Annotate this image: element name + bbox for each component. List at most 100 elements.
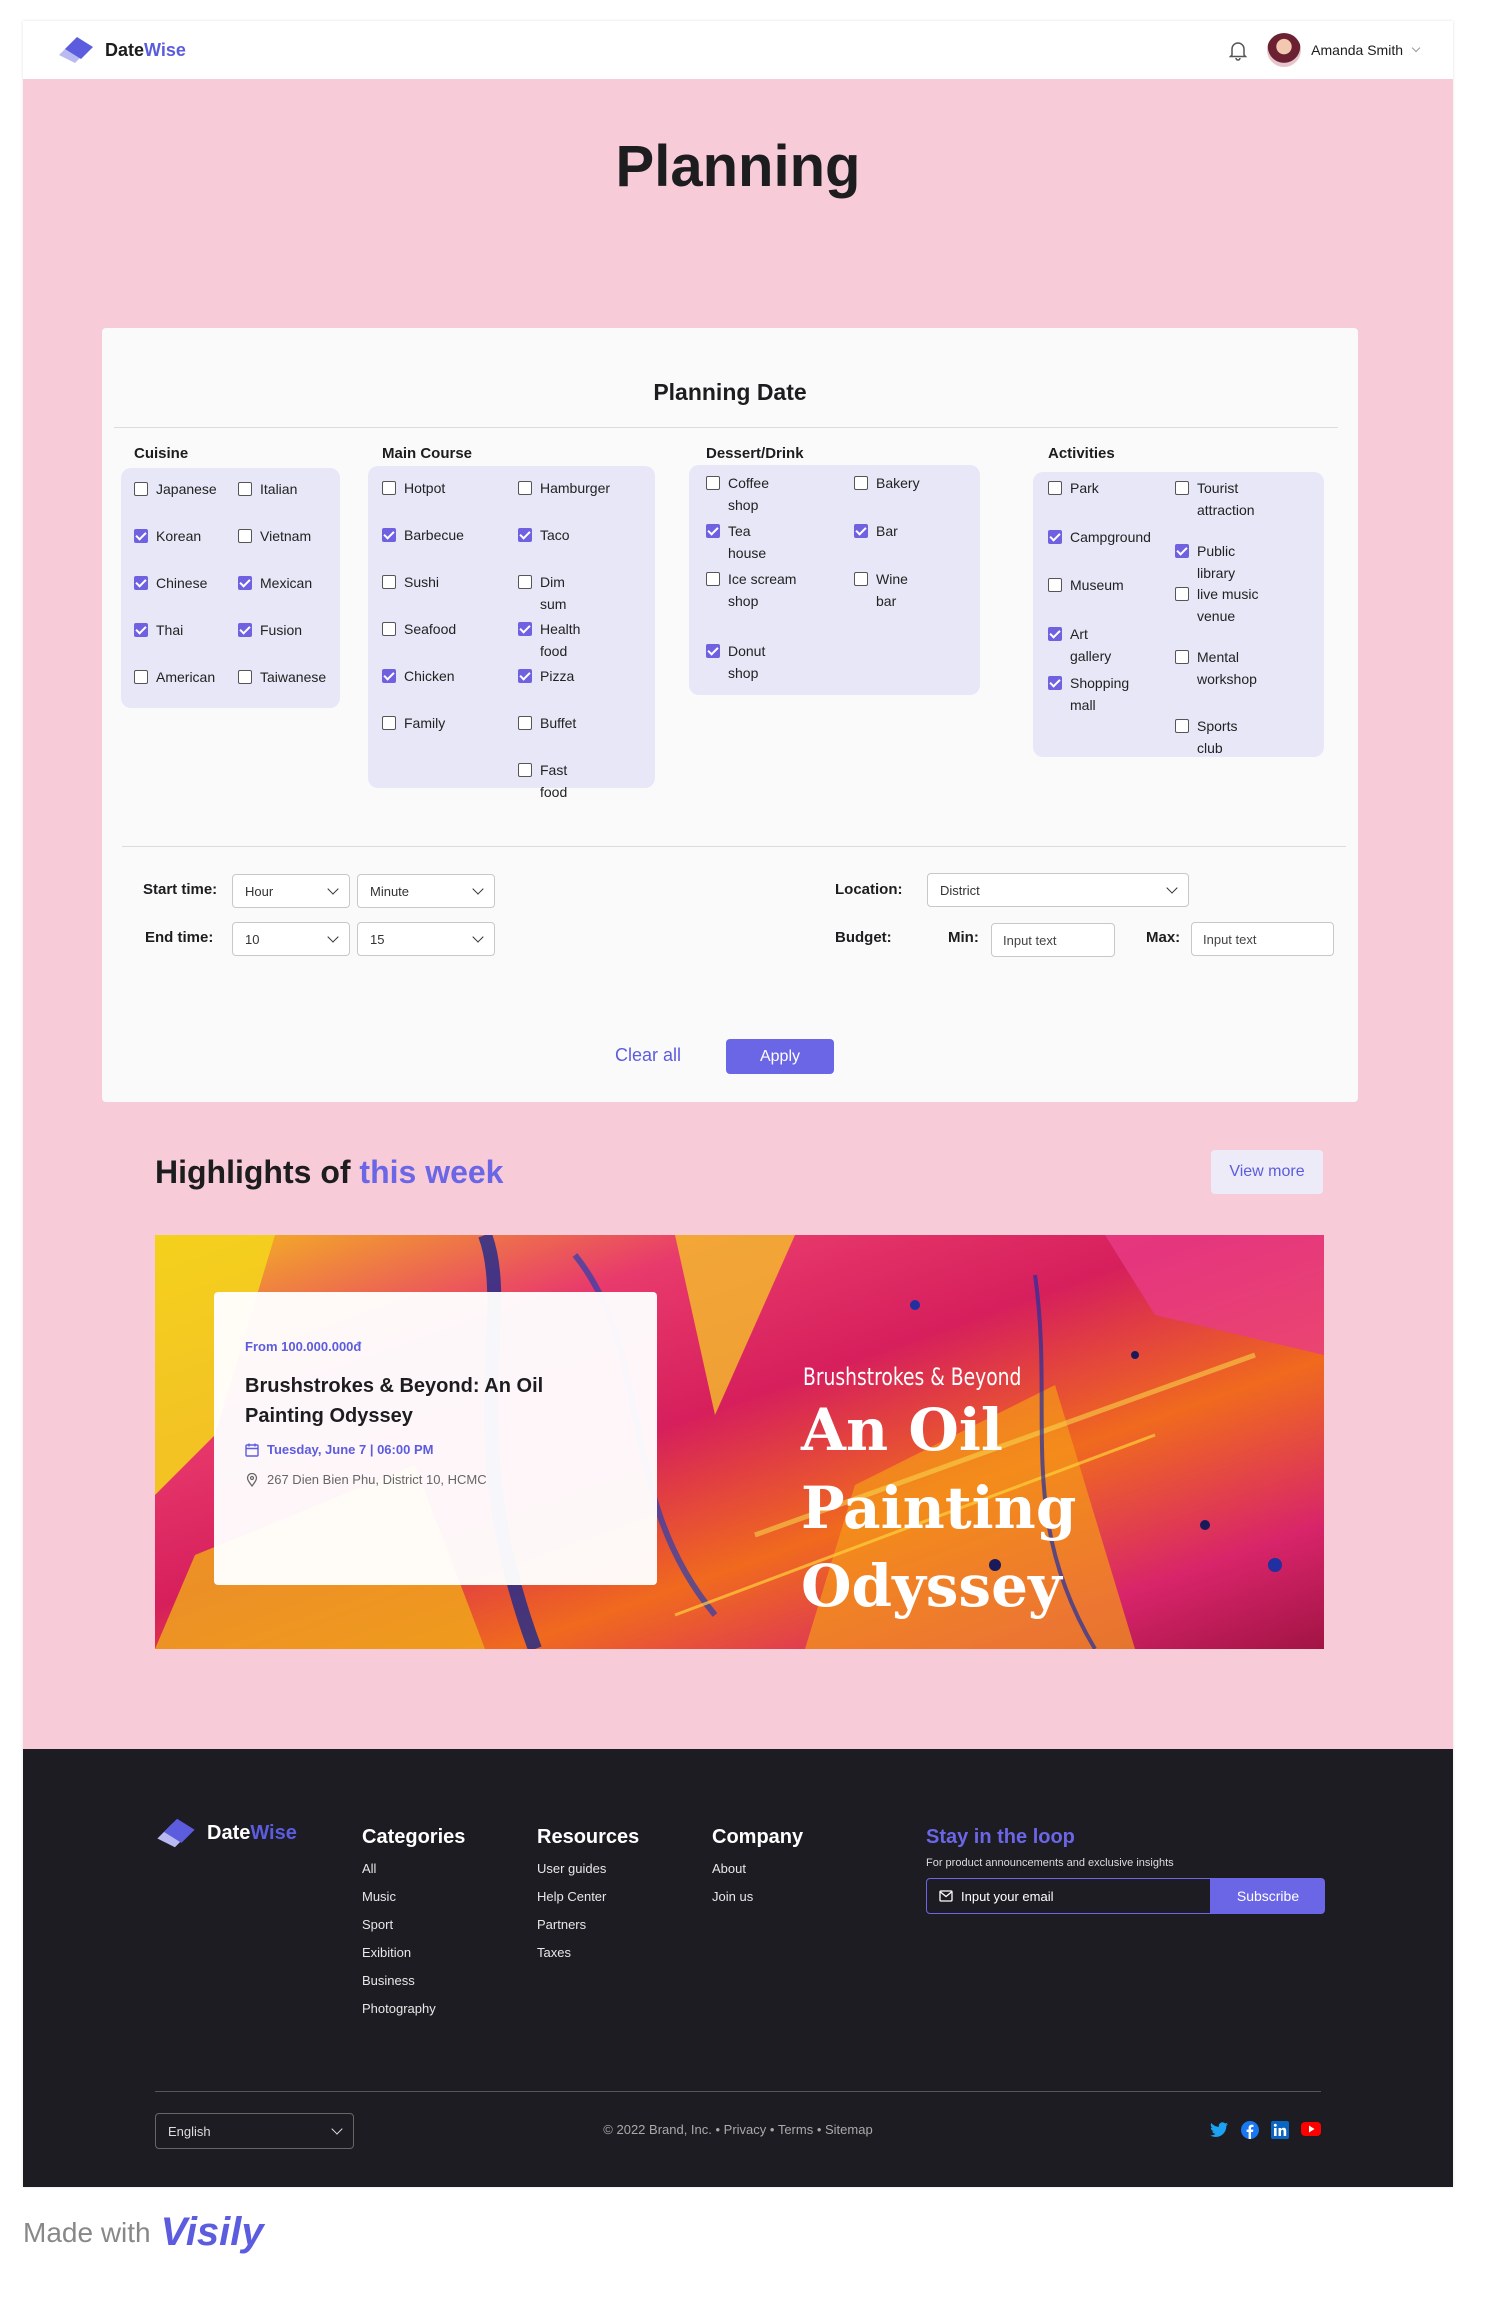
checkbox[interactable] [382,528,396,542]
footer-link[interactable]: About [712,1861,803,1876]
option-donut-shop[interactable]: Donut shop [706,640,765,684]
checkbox[interactable] [238,670,252,684]
checkbox[interactable] [134,482,148,496]
option-thai[interactable]: Thai [134,619,183,641]
clear-all-button[interactable]: Clear all [615,1045,681,1066]
footer-link[interactable]: Partners [537,1917,639,1932]
option-museum[interactable]: Museum [1048,574,1124,596]
twitter-icon[interactable] [1209,2121,1229,2139]
footer-link[interactable]: Music [362,1889,465,1904]
option-art-gallery[interactable]: Art gallery [1048,623,1111,667]
checkbox[interactable] [382,481,396,495]
option-vietnam[interactable]: Vietnam [238,525,311,547]
option-chicken[interactable]: Chicken [382,665,455,687]
option-pizza[interactable]: Pizza [518,665,574,687]
option-health-food[interactable]: Health food [518,618,580,662]
chevron-down-icon[interactable] [1411,43,1421,53]
checkbox[interactable] [1048,627,1062,641]
option-shopping-mall[interactable]: Shopping mall [1048,672,1129,716]
option-american[interactable]: American [134,666,215,688]
checkbox[interactable] [1048,530,1062,544]
option-wine-bar[interactable]: Wine bar [854,568,908,612]
checkbox[interactable] [706,476,720,490]
option-public-library[interactable]: Public library [1175,540,1235,584]
option-tourist-attraction[interactable]: Tourist attraction [1175,477,1285,521]
user-name[interactable]: Amanda Smith [1311,42,1403,58]
end-hour-select[interactable]: 10 [232,922,350,956]
checkbox[interactable] [1048,481,1062,495]
checkbox[interactable] [238,529,252,543]
event-title[interactable]: Brushstrokes & Beyond: An Oil Painting O… [245,1371,565,1431]
event-card[interactable]: From 100.000.000đ Brushstrokes & Beyond:… [214,1292,657,1585]
option-fast-food[interactable]: Fast food [518,759,567,803]
option-mental-workshop[interactable]: Mental workshop [1175,646,1275,690]
option-bakery[interactable]: Bakery [854,472,920,494]
option-family[interactable]: Family [382,712,445,734]
email-input[interactable]: Input your email [926,1878,1211,1914]
option-italian[interactable]: Italian [238,478,297,500]
option-bar[interactable]: Bar [854,520,898,542]
footer-link[interactable]: Help Center [537,1889,639,1904]
footer-link[interactable]: Exibition [362,1945,465,1960]
checkbox[interactable] [518,669,532,683]
option-dim-sum[interactable]: Dim sum [518,571,566,615]
made-with-badge[interactable]: Made with Visily [23,2210,264,2255]
subscribe-button[interactable]: Subscribe [1211,1878,1325,1914]
footer-link[interactable]: User guides [537,1861,639,1876]
option-fusion[interactable]: Fusion [238,619,302,641]
location-select[interactable]: District [927,873,1189,907]
checkbox[interactable] [706,644,720,658]
option-taco[interactable]: Taco [518,524,570,546]
option-live-music-venue[interactable]: live music venue [1175,583,1267,627]
option-seafood[interactable]: Seafood [382,618,456,640]
option-taiwanese[interactable]: Taiwanese [238,666,326,688]
checkbox[interactable] [382,669,396,683]
option-park[interactable]: Park [1048,477,1099,499]
checkbox[interactable] [1175,544,1189,558]
checkbox[interactable] [382,622,396,636]
view-more-button[interactable]: View more [1211,1150,1323,1194]
option-tea-house[interactable]: Tea house [706,520,766,564]
checkbox[interactable] [134,529,148,543]
facebook-icon[interactable] [1241,2121,1259,2139]
footer-brand-logo[interactable]: DateWise [153,1814,297,1852]
option-coffee-shop[interactable]: Coffee shop [706,472,769,516]
avatar[interactable] [1267,33,1302,67]
budget-max-input[interactable]: Input text [1191,922,1334,956]
checkbox[interactable] [134,623,148,637]
option-korean[interactable]: Korean [134,525,201,547]
checkbox[interactable] [382,575,396,589]
checkbox[interactable] [518,716,532,730]
checkbox[interactable] [518,763,532,777]
checkbox[interactable] [706,524,720,538]
apply-button[interactable]: Apply [726,1039,834,1074]
budget-min-input[interactable]: Input text [991,923,1115,957]
checkbox[interactable] [134,576,148,590]
checkbox[interactable] [1175,481,1189,495]
checkbox[interactable] [134,670,148,684]
checkbox[interactable] [238,576,252,590]
option-chinese[interactable]: Chinese [134,572,207,594]
youtube-icon[interactable] [1301,2121,1321,2137]
checkbox[interactable] [518,622,532,636]
start-hour-select[interactable]: Hour [232,874,350,908]
option-sushi[interactable]: Sushi [382,571,439,593]
option-barbecue[interactable]: Barbecue [382,524,464,546]
start-minute-select[interactable]: Minute [357,874,495,908]
option-sports-club[interactable]: Sports club [1175,715,1237,759]
option-mexican[interactable]: Mexican [238,572,312,594]
checkbox[interactable] [518,528,532,542]
checkbox[interactable] [518,575,532,589]
option-ice-scream-shop[interactable]: Ice scream shop [706,568,816,612]
footer-link[interactable]: Taxes [537,1945,639,1960]
checkbox[interactable] [854,524,868,538]
checkbox[interactable] [382,716,396,730]
checkbox[interactable] [238,482,252,496]
option-japanese[interactable]: Japanese [134,478,217,500]
end-minute-select[interactable]: 15 [357,922,495,956]
checkbox[interactable] [1175,719,1189,733]
checkbox[interactable] [854,476,868,490]
footer-link[interactable]: All [362,1861,465,1876]
checkbox[interactable] [1048,578,1062,592]
footer-link[interactable]: Join us [712,1889,803,1904]
